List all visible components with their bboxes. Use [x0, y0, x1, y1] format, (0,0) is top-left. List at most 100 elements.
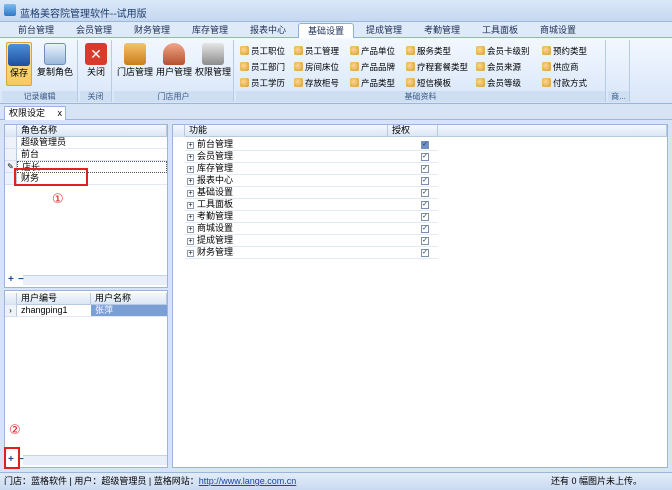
tab-mall-settings[interactable]: 商城设置: [530, 23, 586, 38]
column-function[interactable]: 功能: [185, 125, 388, 137]
permission-management-button[interactable]: 权限管理: [194, 42, 232, 86]
group-record-edit: 保存 复制角色 记录编辑: [2, 40, 78, 102]
horizontal-scrollbar[interactable]: [23, 455, 167, 465]
function-row[interactable]: + 提成管理 ✓: [185, 235, 438, 247]
user-icon: [163, 43, 185, 65]
payment-method-button[interactable]: 付款方式: [542, 76, 587, 90]
user-name-cell[interactable]: 张萍: [91, 305, 167, 317]
tab-inventory[interactable]: 库存管理: [182, 23, 238, 38]
product-brand-button[interactable]: 产品品牌: [350, 60, 395, 74]
user-management-button[interactable]: 用户管理: [156, 42, 192, 86]
member-card-level-button[interactable]: 会员卡级别: [476, 44, 530, 58]
appointment-type-button[interactable]: 预约类型: [542, 44, 587, 58]
group-basic-data: 员工职位 员工管理 产品单位 服务类型 会员卡级别 预约类型 员工部门 房间床位…: [236, 40, 606, 102]
expand-icon[interactable]: +: [187, 190, 194, 197]
expand-icon[interactable]: +: [187, 226, 194, 233]
function-row[interactable]: + 报表中心 ✓: [185, 175, 438, 187]
locker-number-button[interactable]: 存放柜号: [294, 76, 339, 90]
employee-position-button[interactable]: 员工职位: [240, 44, 285, 58]
expand-icon[interactable]: +: [187, 142, 194, 149]
supplier-button[interactable]: 供应商: [542, 60, 579, 74]
expand-icon[interactable]: +: [187, 202, 194, 209]
role-row[interactable]: 前台: [17, 149, 167, 161]
copy-icon: [44, 43, 66, 65]
authorize-checkbox[interactable]: ✓: [421, 189, 429, 197]
gear-icon: [294, 46, 303, 55]
service-type-button[interactable]: 服务类型: [406, 44, 451, 58]
remove-role-button[interactable]: −: [18, 274, 24, 285]
user-panel: 用户编号 用户名称 › zhangping1 张萍 + −: [4, 290, 168, 468]
gear-icon: [350, 46, 359, 55]
function-row[interactable]: + 前台管理 ✓: [185, 139, 438, 151]
sms-template-button[interactable]: 短信模板: [406, 76, 451, 90]
column-authorized[interactable]: 授权: [388, 125, 438, 137]
tab-front-desk[interactable]: 前台管理: [8, 23, 64, 38]
column-user-id[interactable]: 用户编号: [17, 293, 91, 305]
expand-icon[interactable]: +: [187, 154, 194, 161]
gear-icon: [294, 78, 303, 87]
add-role-button[interactable]: +: [8, 274, 14, 285]
group-store-users: 门店管理 用户管理 权限管理 门店用户: [114, 40, 234, 102]
function-row[interactable]: + 商城设置 ✓: [185, 223, 438, 235]
tab-finance[interactable]: 财务管理: [124, 23, 180, 38]
authorize-checkbox[interactable]: ✓: [421, 213, 429, 221]
function-row[interactable]: + 会员管理 ✓: [185, 151, 438, 163]
row-indicator-header: [5, 293, 17, 305]
window-title: 蓝格美容院管理软件--试用版: [20, 9, 147, 20]
employee-management-button[interactable]: 员工管理: [294, 44, 339, 58]
user-id-cell[interactable]: zhangping1: [17, 305, 91, 317]
authorize-checkbox[interactable]: ✓: [421, 201, 429, 209]
store-management-button[interactable]: 门店管理: [116, 42, 154, 86]
close-button[interactable]: ✕ 关闭: [83, 42, 109, 86]
copy-role-button[interactable]: 复制角色: [36, 42, 74, 86]
annotation-box-role: [14, 168, 88, 186]
gear-icon: [350, 78, 359, 87]
employee-department-button[interactable]: 员工部门: [240, 60, 285, 74]
authorize-checkbox[interactable]: ✓: [421, 237, 429, 245]
role-panel: 角色名称 超级管理员 前台 ✎ 店长 财务 + −: [4, 124, 168, 288]
close-icon: ✕: [85, 43, 107, 65]
function-row[interactable]: + 考勤管理 ✓: [185, 211, 438, 223]
tab-basic-settings[interactable]: 基础设置: [298, 23, 354, 38]
website-link[interactable]: http://www.lange.com.cn: [199, 476, 297, 486]
authorize-checkbox[interactable]: ✓: [421, 165, 429, 173]
authorize-checkbox[interactable]: ✓: [421, 225, 429, 233]
function-row[interactable]: + 库存管理 ✓: [185, 163, 438, 175]
authorize-checkbox[interactable]: ✓: [421, 177, 429, 185]
tab-commission[interactable]: 提成管理: [356, 23, 412, 38]
tab-attendance[interactable]: 考勤管理: [414, 23, 470, 38]
expand-icon[interactable]: +: [187, 214, 194, 221]
function-row[interactable]: + 财务管理 ✓: [185, 247, 438, 259]
treatment-package-type-button[interactable]: 疗程套餐类型: [406, 60, 468, 74]
tab-members[interactable]: 会员管理: [66, 23, 122, 38]
status-upload: 还有 0 幅图片未上传。: [550, 476, 642, 486]
tab-reports[interactable]: 报表中心: [240, 23, 296, 38]
authorize-checkbox[interactable]: ✓: [421, 153, 429, 161]
expand-icon[interactable]: +: [187, 238, 194, 245]
tab-permission-settings[interactable]: 权限设定 x: [4, 106, 66, 120]
expand-icon[interactable]: +: [187, 250, 194, 257]
status-site-label: 蓝格网站：: [153, 476, 199, 486]
product-type-button[interactable]: 产品类型: [350, 76, 395, 90]
expand-icon[interactable]: +: [187, 166, 194, 173]
member-grade-button[interactable]: 会员等级: [476, 76, 521, 90]
member-source-button[interactable]: 会员来源: [476, 60, 521, 74]
room-bed-button[interactable]: 房间床位: [294, 60, 339, 74]
horizontal-scrollbar[interactable]: [23, 275, 167, 285]
role-row[interactable]: 超级管理员: [17, 137, 167, 149]
gear-icon: [240, 62, 249, 71]
employee-education-button[interactable]: 员工学历: [240, 76, 285, 90]
tab-tools[interactable]: 工具面板: [472, 23, 528, 38]
column-role-name[interactable]: 角色名称: [17, 125, 167, 137]
group-label: 商...: [608, 91, 629, 102]
close-tab-icon[interactable]: x: [58, 107, 63, 119]
save-button[interactable]: 保存: [6, 42, 32, 86]
expand-icon[interactable]: +: [187, 178, 194, 185]
function-row[interactable]: + 基础设置 ✓: [185, 187, 438, 199]
authorize-checkbox[interactable]: ✓: [421, 141, 429, 149]
gear-icon: [240, 46, 249, 55]
column-user-name[interactable]: 用户名称: [91, 293, 167, 305]
function-row[interactable]: + 工具面板 ✓: [185, 199, 438, 211]
authorize-checkbox[interactable]: ✓: [421, 249, 429, 257]
product-unit-button[interactable]: 产品单位: [350, 44, 395, 58]
